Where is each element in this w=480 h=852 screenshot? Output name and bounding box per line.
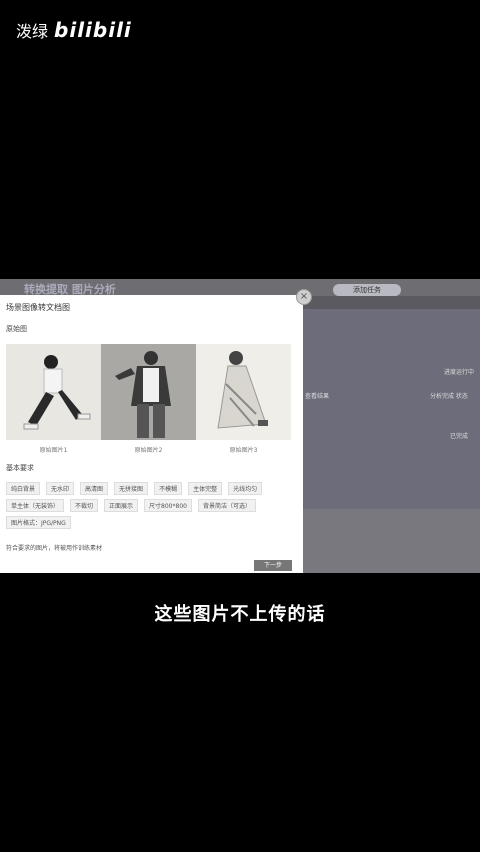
bilibili-logo: bilibili	[54, 18, 132, 42]
requirement-tag[interactable]: 无拼接图	[114, 482, 149, 495]
requirement-tag[interactable]: 正面展示	[104, 499, 139, 512]
photo-caption: 原始图片1	[39, 447, 68, 454]
requirement-tag[interactable]: 单主体（无装饰）	[6, 499, 65, 512]
modal-title: 场景图像转文档图	[6, 303, 70, 312]
background-footer	[303, 509, 480, 573]
tags-section-label: 基本要求	[6, 464, 34, 472]
background-row: 进度运行中	[444, 369, 475, 376]
model-photo-3[interactable]	[196, 344, 291, 440]
next-button[interactable]: 下一步	[254, 560, 292, 571]
requirement-tag[interactable]: 不模糊	[154, 482, 183, 495]
model-photo-1[interactable]	[6, 344, 101, 440]
requirement-tag[interactable]: 背景简洁（可选）	[197, 499, 256, 512]
photo-caption: 原始图片3	[229, 447, 258, 454]
requirement-tag[interactable]: 主体完整	[188, 482, 223, 495]
requirement-tag[interactable]: 高清图	[80, 482, 109, 495]
background-row: 查看结果	[305, 393, 330, 400]
photo-row	[6, 344, 291, 440]
requirement-tag[interactable]: 无水印	[46, 482, 75, 495]
modal-note: 符合要求的图片，将被用作训练素材	[6, 545, 103, 552]
background-row: 分析完成 状态	[430, 393, 468, 400]
upload-modal: 场景图像转文档图 原始图 原始图片1 原始图片2 原始图片3 基本要求 纯白背景…	[0, 295, 303, 573]
background-list-panel	[303, 309, 480, 509]
person-dress-image	[217, 351, 268, 429]
requirement-tag[interactable]: 不裁切	[70, 499, 99, 512]
close-icon[interactable]: ×	[296, 289, 312, 305]
bilibili-watermark: 泼绿 bilibili	[16, 18, 132, 42]
requirement-tag[interactable]: 图片格式：JPG/PNG	[6, 516, 71, 529]
background-row: 已完成	[450, 433, 469, 440]
requirement-tag[interactable]: 尺寸800*800	[144, 499, 192, 512]
requirement-tag[interactable]: 光线均匀	[228, 482, 263, 495]
images-section-label: 原始图	[6, 325, 27, 333]
requirement-tags: 纯白背景 无水印 高清图 无拼接图 不模糊 主体完整 光线均匀 单主体（无装饰）…	[6, 482, 296, 529]
watermark-text: 泼绿	[16, 22, 49, 41]
video-subtitle: 这些图片不上传的话	[154, 604, 326, 625]
requirement-tag[interactable]: 纯白背景	[6, 482, 41, 495]
background-add-button[interactable]: 添加任务	[333, 284, 401, 296]
person-standing-image	[115, 351, 171, 438]
photo-caption: 原始图片2	[134, 447, 163, 454]
person-sitting-image	[23, 355, 91, 430]
model-photo-2[interactable]	[101, 344, 196, 440]
